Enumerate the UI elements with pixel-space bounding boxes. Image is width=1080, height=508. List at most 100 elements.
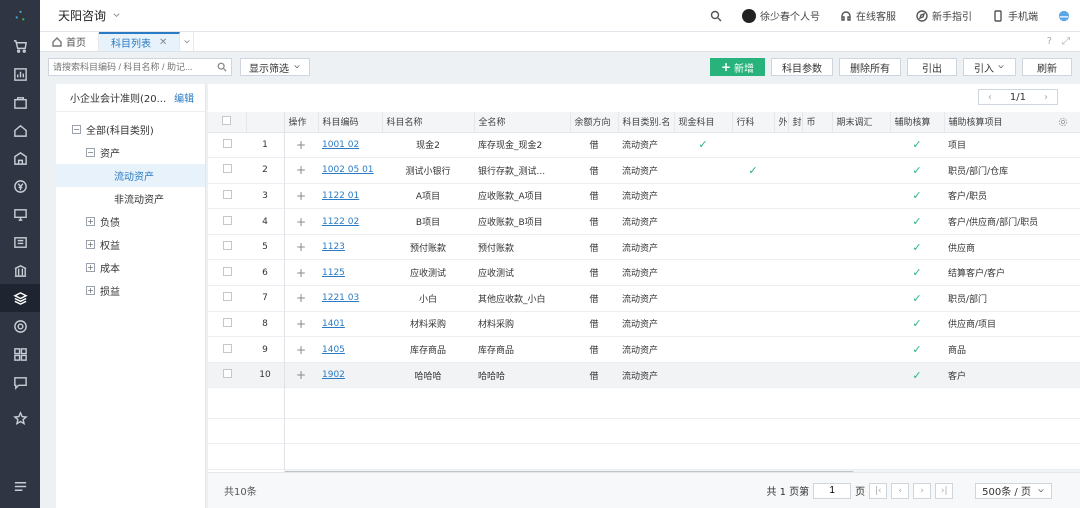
- logo-icon[interactable]: [0, 0, 40, 32]
- row-action-cell[interactable]: +: [284, 285, 318, 312]
- refresh-button[interactable]: 刷新: [1022, 58, 1072, 76]
- expand-row-icon[interactable]: +: [296, 266, 306, 280]
- column-header[interactable]: 科目类别.名: [618, 112, 675, 133]
- expand-row-icon[interactable]: +: [296, 189, 306, 203]
- row-action-cell[interactable]: +: [284, 132, 318, 159]
- column-settings-icon[interactable]: [1058, 117, 1068, 127]
- account-code[interactable]: 1405: [318, 336, 382, 363]
- guide-link[interactable]: 新手指引: [906, 8, 982, 23]
- row-action-cell[interactable]: +: [284, 157, 318, 184]
- close-icon[interactable]: ✕: [159, 37, 167, 48]
- bank-icon[interactable]: [0, 256, 40, 284]
- row-checkbox[interactable]: [222, 266, 232, 276]
- tab-overflow-button[interactable]: [180, 32, 195, 51]
- column-header[interactable]: 封: [788, 112, 803, 133]
- filter-toggle-button[interactable]: 显示筛选: [240, 58, 310, 76]
- table-row[interactable]: 1 +1001 02 现金2 库存现金_现金2 借流动资产 ✓ ✓ 项目: [208, 132, 1080, 159]
- column-header[interactable]: 科目编码: [318, 112, 383, 133]
- table-row[interactable]: 5 +1123 预付账款 预付账款借流动资产 ✓ 供应商: [208, 234, 1080, 261]
- last-page-button[interactable]: ›|: [935, 482, 954, 499]
- next-page-icon[interactable]: ›: [1035, 92, 1057, 103]
- collapse-icon[interactable]: −: [72, 125, 81, 134]
- column-header[interactable]: 操作: [284, 112, 319, 133]
- tab-account-list[interactable]: 科目列表 ✕: [99, 32, 181, 51]
- account-code-link[interactable]: 1123: [322, 242, 345, 252]
- next-page-button[interactable]: ›: [913, 482, 932, 499]
- select-all-checkbox[interactable]: [222, 115, 232, 125]
- column-header[interactable]: 辅助核算: [890, 112, 945, 133]
- account-code-link[interactable]: 1001 02: [322, 140, 359, 150]
- row-checkbox-cell[interactable]: [208, 311, 246, 338]
- account-code-link[interactable]: 1125: [322, 268, 345, 278]
- profile-avatar[interactable]: [1048, 10, 1080, 22]
- row-checkbox-cell[interactable]: [208, 285, 246, 312]
- row-checkbox[interactable]: [222, 343, 232, 353]
- search-button[interactable]: [700, 10, 732, 22]
- tree-node-liabilities[interactable]: + 负债: [56, 210, 205, 233]
- user-menu[interactable]: 徐少春个人号: [732, 8, 830, 23]
- account-code-link[interactable]: 1401: [322, 319, 345, 329]
- row-action-cell[interactable]: +: [284, 183, 318, 210]
- page-number-input[interactable]: [813, 482, 852, 499]
- account-code[interactable]: 1401: [318, 311, 382, 338]
- row-checkbox[interactable]: [222, 369, 232, 379]
- search-icon[interactable]: [217, 62, 227, 72]
- home-icon[interactable]: [0, 116, 40, 144]
- column-header[interactable]: 科目名称: [382, 112, 475, 133]
- bag-icon[interactable]: [0, 88, 40, 116]
- account-code[interactable]: 1123: [318, 234, 382, 261]
- expand-row-icon[interactable]: +: [296, 240, 306, 254]
- column-header[interactable]: 余额方向: [570, 112, 619, 133]
- mobile-link[interactable]: 手机端: [982, 8, 1048, 23]
- row-checkbox-cell[interactable]: [208, 336, 246, 363]
- row-checkbox-cell[interactable]: [208, 157, 246, 184]
- voucher-icon[interactable]: [0, 228, 40, 256]
- new-button[interactable]: + 新增: [709, 58, 765, 76]
- table-row[interactable]: 8 +1401 材料采购 材料采购借流动资产 ✓ 供应商/项目: [208, 311, 1080, 338]
- menu-icon[interactable]: [0, 472, 40, 500]
- table-row[interactable]: 4 +1122 02 B项目 应收账款_B项目借流动资产 ✓ 客户/供应商/部门/职员: [208, 208, 1080, 235]
- cart-icon[interactable]: [0, 32, 40, 60]
- fullscreen-icon[interactable]: ⤢: [1062, 36, 1070, 47]
- column-header[interactable]: 币: [802, 112, 833, 133]
- tree-node-cost[interactable]: + 成本: [56, 256, 205, 279]
- account-code-link[interactable]: 1221 03: [322, 293, 359, 303]
- account-code-link[interactable]: 1902: [322, 370, 345, 380]
- account-code-link[interactable]: 1405: [322, 345, 345, 355]
- tree-node-current-assets[interactable]: 流动资产: [56, 164, 205, 187]
- column-header[interactable]: 期末调汇: [832, 112, 891, 133]
- expand-row-icon[interactable]: +: [296, 291, 306, 305]
- expand-icon[interactable]: +: [86, 286, 95, 295]
- column-header[interactable]: 外: [774, 112, 789, 133]
- monitor-icon[interactable]: [0, 200, 40, 228]
- yuan-icon[interactable]: [0, 172, 40, 200]
- row-action-cell[interactable]: +: [284, 362, 318, 389]
- tree-node-equity[interactable]: + 权益: [56, 233, 205, 256]
- row-action-cell[interactable]: +: [284, 234, 318, 261]
- page-size-select[interactable]: 500条 / 页: [975, 482, 1052, 499]
- row-checkbox[interactable]: [222, 317, 232, 327]
- row-checkbox[interactable]: [222, 189, 232, 199]
- first-page-button[interactable]: |‹: [869, 482, 888, 499]
- expand-row-icon[interactable]: +: [296, 368, 306, 382]
- row-action-cell[interactable]: +: [284, 259, 318, 287]
- search-input[interactable]: [53, 62, 217, 72]
- row-action-cell[interactable]: +: [284, 336, 318, 363]
- account-params-button[interactable]: 科目参数: [771, 58, 833, 76]
- prev-page-button[interactable]: ‹: [891, 482, 910, 499]
- table-row[interactable]: 7 +1221 03 小白 其他应收款_小白借流动资产 ✓ 职员/部门: [208, 285, 1080, 312]
- settings-icon[interactable]: [0, 312, 40, 340]
- row-checkbox[interactable]: [222, 164, 232, 174]
- row-checkbox-cell[interactable]: [208, 183, 246, 210]
- account-code-link[interactable]: 1122 01: [322, 191, 359, 201]
- online-service-link[interactable]: 在线客服: [830, 8, 906, 23]
- row-checkbox-cell[interactable]: [208, 362, 246, 389]
- import-button[interactable]: 引入: [963, 58, 1016, 76]
- account-code[interactable]: 1001 02: [318, 132, 382, 159]
- export-button[interactable]: 引出: [907, 58, 957, 76]
- expand-row-icon[interactable]: +: [296, 343, 306, 357]
- help-icon[interactable]: ?: [1047, 36, 1052, 47]
- row-action-cell[interactable]: +: [284, 208, 318, 235]
- select-all-checkbox-cell[interactable]: [208, 112, 247, 133]
- account-code[interactable]: 1125: [318, 259, 382, 287]
